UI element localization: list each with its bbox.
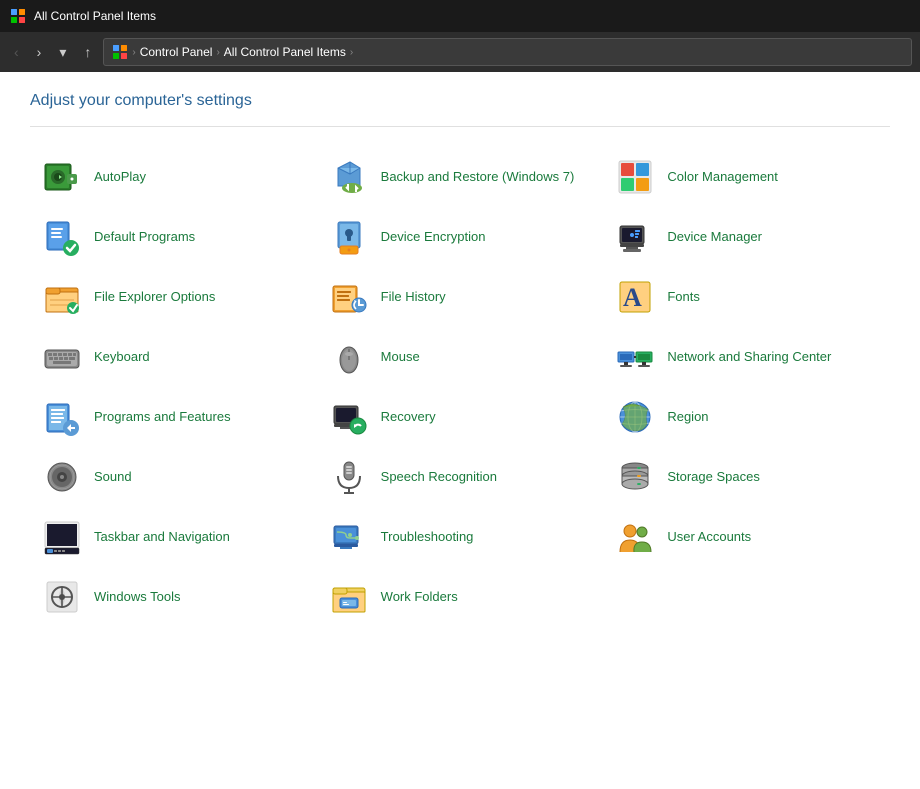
- region-icon: [615, 397, 655, 437]
- work-folders-label[interactable]: Work Folders: [381, 589, 458, 606]
- recovery-label[interactable]: Recovery: [381, 409, 436, 426]
- file-history-icon: [329, 277, 369, 317]
- autoplay-label[interactable]: AutoPlay: [94, 169, 146, 186]
- item-file-history[interactable]: File History: [317, 267, 604, 327]
- main-content: Adjust your computer's settings AutoPlay…: [0, 72, 920, 789]
- recovery-icon: [329, 397, 369, 437]
- user-accounts-label[interactable]: User Accounts: [667, 529, 751, 546]
- mouse-label[interactable]: Mouse: [381, 349, 420, 366]
- dropdown-button[interactable]: ▾: [53, 40, 72, 65]
- address-bar: ‹ › ▾ ↑ › Control Panel › All Control Pa…: [0, 32, 920, 72]
- item-work-folders[interactable]: Work Folders: [317, 567, 604, 627]
- keyboard-label[interactable]: Keyboard: [94, 349, 150, 366]
- backup-restore-icon: [329, 157, 369, 197]
- item-windows-tools[interactable]: Windows Tools: [30, 567, 317, 627]
- default-programs-icon: [42, 217, 82, 257]
- item-sound[interactable]: Sound: [30, 447, 317, 507]
- autoplay-icon: [42, 157, 82, 197]
- svg-text:A: A: [623, 283, 642, 312]
- color-management-label[interactable]: Color Management: [667, 169, 778, 186]
- color-management-icon: [615, 157, 655, 197]
- item-default-programs[interactable]: Default Programs: [30, 207, 317, 267]
- mouse-icon: [329, 337, 369, 377]
- addr-chevron1: ›: [132, 47, 135, 58]
- fonts-label[interactable]: Fonts: [667, 289, 700, 306]
- fonts-icon: A: [615, 277, 655, 317]
- windows-tools-label[interactable]: Windows Tools: [94, 589, 180, 606]
- programs-features-icon: [42, 397, 82, 437]
- forward-button[interactable]: ›: [31, 40, 48, 64]
- device-encryption-icon: [329, 217, 369, 257]
- back-button[interactable]: ‹: [8, 40, 25, 64]
- item-recovery[interactable]: Recovery: [317, 387, 604, 447]
- default-programs-label[interactable]: Default Programs: [94, 229, 195, 246]
- window-title: All Control Panel Items: [34, 9, 156, 23]
- device-encryption-label[interactable]: Device Encryption: [381, 229, 486, 246]
- network-sharing-icon: [615, 337, 655, 377]
- item-device-encryption[interactable]: Device Encryption: [317, 207, 604, 267]
- divider: [30, 126, 890, 127]
- troubleshooting-icon: [329, 517, 369, 557]
- location-icon: [112, 44, 128, 60]
- items-grid: AutoPlay Backup and Restore (Windows 7) …: [30, 147, 890, 627]
- file-explorer-options-label[interactable]: File Explorer Options: [94, 289, 215, 306]
- speech-recognition-label[interactable]: Speech Recognition: [381, 469, 497, 486]
- device-manager-icon: [615, 217, 655, 257]
- item-backup-restore[interactable]: Backup and Restore (Windows 7): [317, 147, 604, 207]
- item-autoplay[interactable]: AutoPlay: [30, 147, 317, 207]
- user-accounts-icon: [615, 517, 655, 557]
- item-troubleshooting[interactable]: Troubleshooting: [317, 507, 604, 567]
- backup-restore-label[interactable]: Backup and Restore (Windows 7): [381, 169, 575, 186]
- file-explorer-options-icon: [42, 277, 82, 317]
- storage-spaces-label[interactable]: Storage Spaces: [667, 469, 760, 486]
- item-taskbar-navigation[interactable]: Taskbar and Navigation: [30, 507, 317, 567]
- addr-chevron2: ›: [216, 47, 219, 58]
- item-file-explorer-options[interactable]: File Explorer Options: [30, 267, 317, 327]
- work-folders-icon: [329, 577, 369, 617]
- item-device-manager[interactable]: Device Manager: [603, 207, 890, 267]
- taskbar-navigation-icon: [42, 517, 82, 557]
- windows-tools-icon: [42, 577, 82, 617]
- address-box[interactable]: › Control Panel › All Control Panel Item…: [103, 38, 912, 66]
- item-storage-spaces[interactable]: Storage Spaces: [603, 447, 890, 507]
- file-history-label[interactable]: File History: [381, 289, 446, 306]
- item-fonts[interactable]: A Fonts: [603, 267, 890, 327]
- device-manager-label[interactable]: Device Manager: [667, 229, 762, 246]
- taskbar-navigation-label[interactable]: Taskbar and Navigation: [94, 529, 230, 546]
- speech-recognition-icon: [329, 457, 369, 497]
- crumb-control-panel[interactable]: Control Panel: [140, 45, 213, 59]
- item-color-management[interactable]: Color Management: [603, 147, 890, 207]
- item-mouse[interactable]: Mouse: [317, 327, 604, 387]
- sound-icon: [42, 457, 82, 497]
- item-keyboard[interactable]: Keyboard: [30, 327, 317, 387]
- region-label[interactable]: Region: [667, 409, 708, 426]
- item-user-accounts[interactable]: User Accounts: [603, 507, 890, 567]
- item-region[interactable]: Region: [603, 387, 890, 447]
- addr-chevron3: ›: [350, 47, 353, 58]
- crumb-all-items[interactable]: All Control Panel Items: [224, 45, 346, 59]
- network-sharing-label[interactable]: Network and Sharing Center: [667, 349, 831, 366]
- app-icon: [10, 8, 26, 24]
- title-bar: All Control Panel Items: [0, 0, 920, 32]
- storage-spaces-icon: [615, 457, 655, 497]
- troubleshooting-label[interactable]: Troubleshooting: [381, 529, 474, 546]
- programs-features-label[interactable]: Programs and Features: [94, 409, 231, 426]
- up-button[interactable]: ↑: [78, 40, 97, 64]
- sound-label[interactable]: Sound: [94, 469, 132, 486]
- page-title: Adjust your computer's settings: [30, 92, 890, 110]
- item-programs-features[interactable]: Programs and Features: [30, 387, 317, 447]
- item-speech-recognition[interactable]: Speech Recognition: [317, 447, 604, 507]
- keyboard-icon: [42, 337, 82, 377]
- item-network-sharing[interactable]: Network and Sharing Center: [603, 327, 890, 387]
